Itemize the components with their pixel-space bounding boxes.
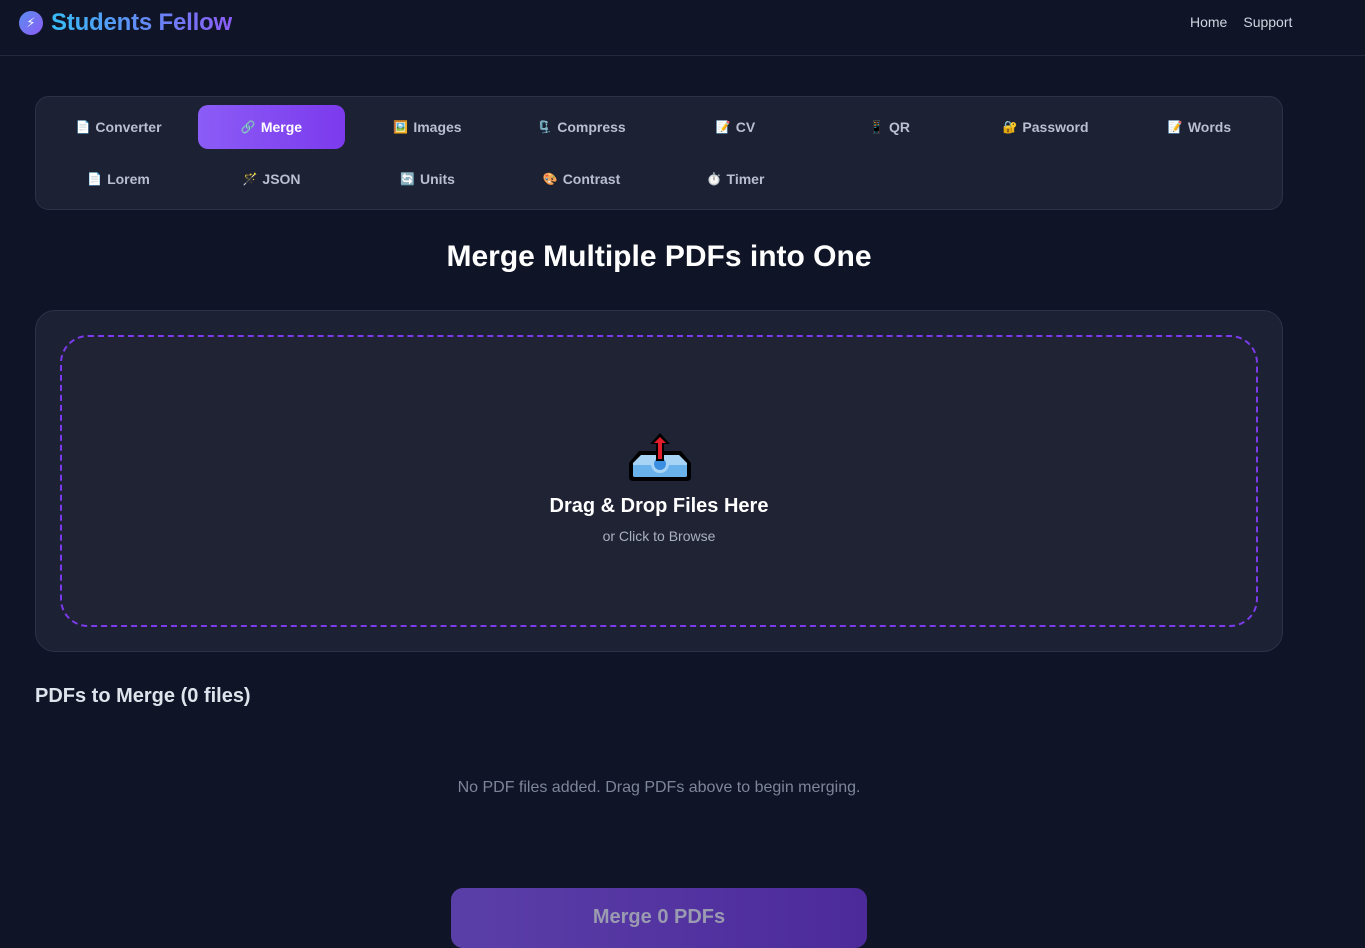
compress-icon: 🗜️ (537, 120, 553, 134)
tool-label: Words (1187, 119, 1232, 135)
image-icon: 🖼️ (393, 120, 409, 134)
link-icon: 🔗 (240, 120, 256, 134)
lock-icon: 🔐 (1002, 120, 1018, 134)
tools-nav: 📄 Converter 🔗 Merge 🖼️ Images 🗜️ Compres… (35, 96, 1283, 210)
page-title: Merge Multiple PDFs into One (446, 240, 872, 273)
brand-name: Students Fellow (51, 9, 233, 36)
dropzone-title: Drag & Drop Files Here (549, 495, 769, 517)
tool-password[interactable]: 🔐 Password (972, 105, 1119, 149)
refresh-icon: 🔄 (400, 172, 415, 186)
brand[interactable]: ⚡ Students Fellow (19, 9, 233, 36)
tool-label: Converter (95, 119, 162, 135)
merge-button[interactable]: Merge 0 PDFs (451, 888, 867, 948)
tool-label: Lorem (107, 171, 150, 187)
document-icon: 📄 (87, 172, 103, 186)
tool-compress[interactable]: 🗜️ Compress (508, 105, 655, 149)
empty-list-message: No PDF files added. Drag PDFs above to b… (457, 779, 861, 796)
dropzone-subtitle: or Click to Browse (602, 528, 716, 544)
app-header: ⚡ Students Fellow Home Support (0, 0, 1365, 56)
tool-merge[interactable]: 🔗 Merge (198, 105, 345, 149)
tool-images[interactable]: 🖼️ Images (354, 105, 501, 149)
tool-label: Password (1022, 119, 1089, 135)
tool-units[interactable]: 🔄 Units (354, 157, 501, 201)
lightning-icon: ⚡ (19, 11, 43, 35)
stopwatch-icon: ⏱️ (706, 172, 722, 186)
inbox-upload-icon (629, 433, 691, 481)
memo-icon: 📝 (715, 120, 731, 134)
nav-home-link[interactable]: Home (1190, 14, 1227, 30)
tool-label: QR (888, 119, 910, 135)
tool-cv[interactable]: 📝 CV (662, 105, 809, 149)
tool-contrast[interactable]: 🎨 Contrast (508, 157, 655, 201)
upload-card: Drag & Drop Files Here or Click to Brows… (35, 310, 1283, 652)
tool-converter[interactable]: 📄 Converter (45, 105, 192, 149)
memo-icon: 📝 (1167, 120, 1183, 134)
phone-icon: 📱 (869, 120, 884, 134)
tool-label: Merge (260, 119, 303, 135)
file-dropzone[interactable]: Drag & Drop Files Here or Click to Brows… (60, 335, 1258, 627)
nav-support-link[interactable]: Support (1243, 14, 1292, 30)
tool-lorem[interactable]: 📄 Lorem (45, 157, 192, 201)
tool-qr[interactable]: 📱 QR (816, 105, 963, 149)
top-nav: Home Support (1190, 14, 1292, 30)
tool-words[interactable]: 📝 Words (1126, 105, 1273, 149)
tool-timer[interactable]: ⏱️ Timer (662, 157, 809, 201)
tool-label: Timer (726, 171, 765, 187)
tool-label: Images (413, 119, 462, 135)
tool-label: CV (735, 119, 756, 135)
pdf-list-title: PDFs to Merge (0 files) (35, 685, 251, 707)
tool-json[interactable]: 🪄 JSON (198, 157, 345, 201)
palette-icon: 🎨 (542, 172, 558, 186)
tool-label: JSON (262, 171, 301, 187)
document-icon: 📄 (75, 120, 91, 134)
tool-label: Compress (557, 119, 626, 135)
tool-label: Units (419, 171, 455, 187)
wand-icon: 🪄 (242, 172, 258, 186)
tool-label: Contrast (562, 171, 621, 187)
